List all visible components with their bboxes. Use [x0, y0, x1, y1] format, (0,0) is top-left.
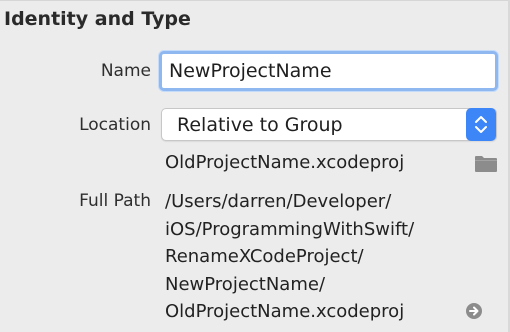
arrow-circle-right-icon[interactable]	[465, 302, 483, 320]
name-label: Name	[100, 61, 151, 81]
folder-icon[interactable]	[474, 155, 498, 173]
full-path-line: /Users/darren/Developer/	[165, 191, 392, 212]
section-title: Identity and Type	[4, 8, 191, 30]
name-field[interactable]	[159, 51, 498, 91]
location-popup[interactable]: Relative to Group	[161, 108, 497, 141]
full-path-line: OldProjectName.xcodeproj	[165, 301, 405, 322]
full-path-line: RenameXCodeProject/	[165, 246, 364, 267]
location-label: Location	[79, 115, 151, 135]
top-divider	[0, 0, 510, 1]
location-popup-value: Relative to Group	[177, 114, 343, 136]
full-path-line: iOS/ProgrammingWithSwift/	[165, 219, 415, 240]
location-file-name: OldProjectName.xcodeproj	[165, 152, 405, 173]
identity-and-type-inspector: Identity and Type Name Location Relative…	[0, 0, 510, 332]
chevron-up-down-icon[interactable]	[466, 108, 496, 141]
full-path-label: Full Path	[79, 191, 151, 211]
full-path-line: NewProjectName/	[165, 274, 326, 295]
